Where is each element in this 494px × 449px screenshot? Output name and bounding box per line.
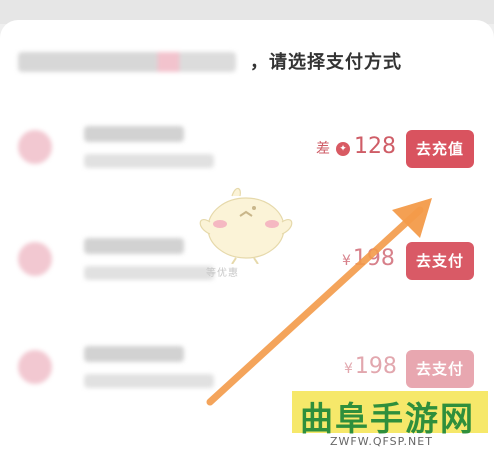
mascot-caption: 等优惠 [206, 268, 239, 279]
page-title: ，请选择支付方式 [250, 52, 402, 73]
pay-button[interactable]: 去支付 [406, 350, 474, 388]
pay-button[interactable]: 去支付 [406, 242, 474, 280]
price-value: 198 [354, 354, 397, 379]
chick-mascot-icon [199, 187, 293, 264]
price-value: 198 [352, 246, 395, 271]
blurred-option-subtitle [84, 266, 214, 280]
watermark-url: ZWFW.QFSP.NET [330, 435, 433, 448]
watermark-title: 曲阜手游网 [300, 399, 475, 438]
recharge-button[interactable]: 去充值 [406, 130, 474, 168]
blurred-option-subtitle [84, 374, 214, 388]
price-label: ¥198 [344, 354, 397, 379]
payment-option-row: 差 ✦ 128 去充值 [0, 110, 494, 180]
price-prefix: 差 [316, 141, 330, 157]
price-value: 128 [354, 134, 396, 159]
option-icon [18, 130, 52, 164]
blurred-option-title [84, 238, 184, 254]
currency-symbol: ¥ [342, 253, 351, 269]
sheet-header: ，请选择支付方式 [18, 48, 488, 80]
price-label: 差 ✦ 128 [316, 134, 396, 159]
payment-option-row: ¥198 去支付 [0, 330, 494, 400]
blurred-option-title [84, 346, 184, 362]
blurred-header-text [18, 52, 236, 72]
coin-icon: ✦ [336, 142, 350, 156]
blurred-option-subtitle [84, 154, 214, 168]
blurred-option-title [84, 126, 184, 142]
option-icon [18, 242, 52, 276]
currency-symbol: ¥ [344, 361, 353, 377]
option-icon [18, 350, 52, 384]
price-label: ¥198 [342, 246, 395, 271]
